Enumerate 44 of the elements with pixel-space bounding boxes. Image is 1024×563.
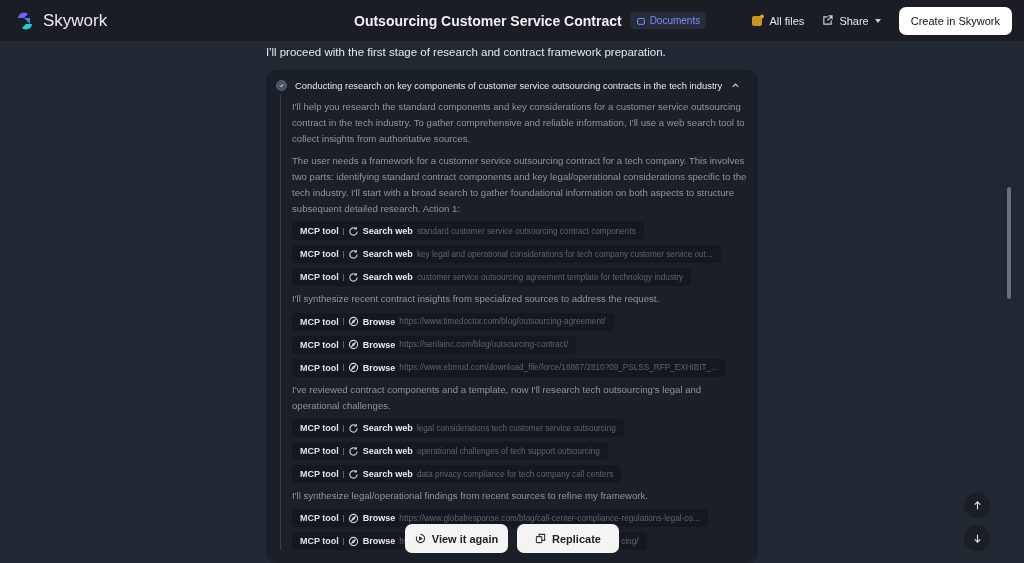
paragraph: I'll help you research the standard components and key considerations for a customer service outsourcing contract in the tech industry. To gather comprehensive and reliable information, I'll use a web search tool to collect insights from authoritative sources. bbox=[292, 100, 746, 147]
tool-call-chip[interactable]: MCP tool Browse https://www.timedoctor.com/blog/outsourcing-agreement/ bbox=[292, 312, 614, 331]
refresh-icon bbox=[347, 445, 359, 457]
tool-call-chip[interactable]: MCP tool Search web data privacy compliance for tech company call centers bbox=[292, 465, 622, 484]
caret-icon bbox=[874, 18, 881, 23]
folder-icon bbox=[750, 14, 764, 27]
scrollbar[interactable] bbox=[1007, 187, 1011, 299]
documents-badge[interactable]: Documents bbox=[629, 12, 707, 29]
replicate-button[interactable]: Replicate bbox=[517, 524, 619, 553]
scroll-down-button[interactable] bbox=[964, 525, 990, 551]
intro-text: I'll proceed with the first stage of research and contract framework preparation. bbox=[266, 45, 667, 60]
refresh-icon bbox=[347, 468, 359, 480]
refresh-icon bbox=[347, 248, 359, 260]
copy-icon bbox=[535, 533, 547, 544]
share-icon bbox=[822, 15, 834, 26]
refresh-icon bbox=[347, 271, 359, 283]
compass-icon bbox=[347, 535, 359, 547]
step-title: Conducting research on key components of customer service outsourcing contracts in the tech industry bbox=[295, 80, 723, 91]
paragraph: I'll synthesize legal/operational findings from recent sources to refine my framework. bbox=[292, 489, 649, 504]
replay-icon bbox=[414, 533, 426, 544]
tool-call-chip[interactable]: MCP tool Search web operational challenges of tech support outsourcing bbox=[292, 442, 608, 461]
compass-icon bbox=[347, 512, 359, 524]
share-button[interactable]: Share bbox=[822, 14, 881, 27]
view-again-button[interactable]: View it again bbox=[405, 524, 508, 553]
compass-icon bbox=[347, 316, 359, 328]
tool-call-chip[interactable]: MCP tool Search web customer service outsourcing agreement template for technology industry bbox=[292, 268, 692, 287]
scroll-up-button[interactable] bbox=[964, 492, 990, 518]
compass-icon bbox=[347, 362, 359, 374]
refresh-icon bbox=[347, 422, 359, 434]
tool-call-chip[interactable]: MCP tool Search web legal considerations tech customer service outsourcing bbox=[292, 419, 624, 438]
tool-call-chip[interactable]: MCP tool Browse https://www.globalresponse.com/blog/call-center-compliance-regulations-legal-co... bbox=[292, 509, 708, 528]
brand-name: Skywork bbox=[43, 10, 108, 31]
create-button[interactable]: Create in Skywork bbox=[898, 6, 1012, 35]
refresh-icon bbox=[347, 225, 359, 237]
tool-call-chip[interactable]: MCP tool Browse https://www.ebmud.com/download_file/force/18867/2810?09_PSLSS_RFP_EXHIBIT_... bbox=[292, 358, 726, 377]
tool-call-chip[interactable]: MCP tool Search web key legal and operational considerations for tech company customer service out... bbox=[292, 245, 721, 264]
tool-call-chip[interactable]: MCP tool Search web standard customer service outsourcing contract components bbox=[292, 222, 644, 241]
document-title: Outsourcing Customer Service Contract bbox=[354, 12, 622, 29]
tool-call-chip[interactable]: MCP tool Browse https://senlainc.com/blog/outsourcing-contract/ bbox=[292, 335, 577, 354]
paragraph: The user needs a framework for a customer service outsourcing contract for a tech company. This involves two parts: identifying standard contract components and key legal/operational considerations specific to the tech industry. I'll start with a broad search to gather foundational information on both aspects to structure subsequent detailed research. Action 1: bbox=[292, 153, 748, 217]
compass-icon bbox=[347, 339, 359, 351]
paragraph: I'll synthesize recent contract insights from specialized sources to address the request. bbox=[292, 292, 661, 307]
all-files-link[interactable]: All files bbox=[750, 14, 805, 27]
paragraph: I've reviewed contract components and a template, now I'll research tech outsourcing's legal and operational challenges. bbox=[292, 382, 703, 413]
